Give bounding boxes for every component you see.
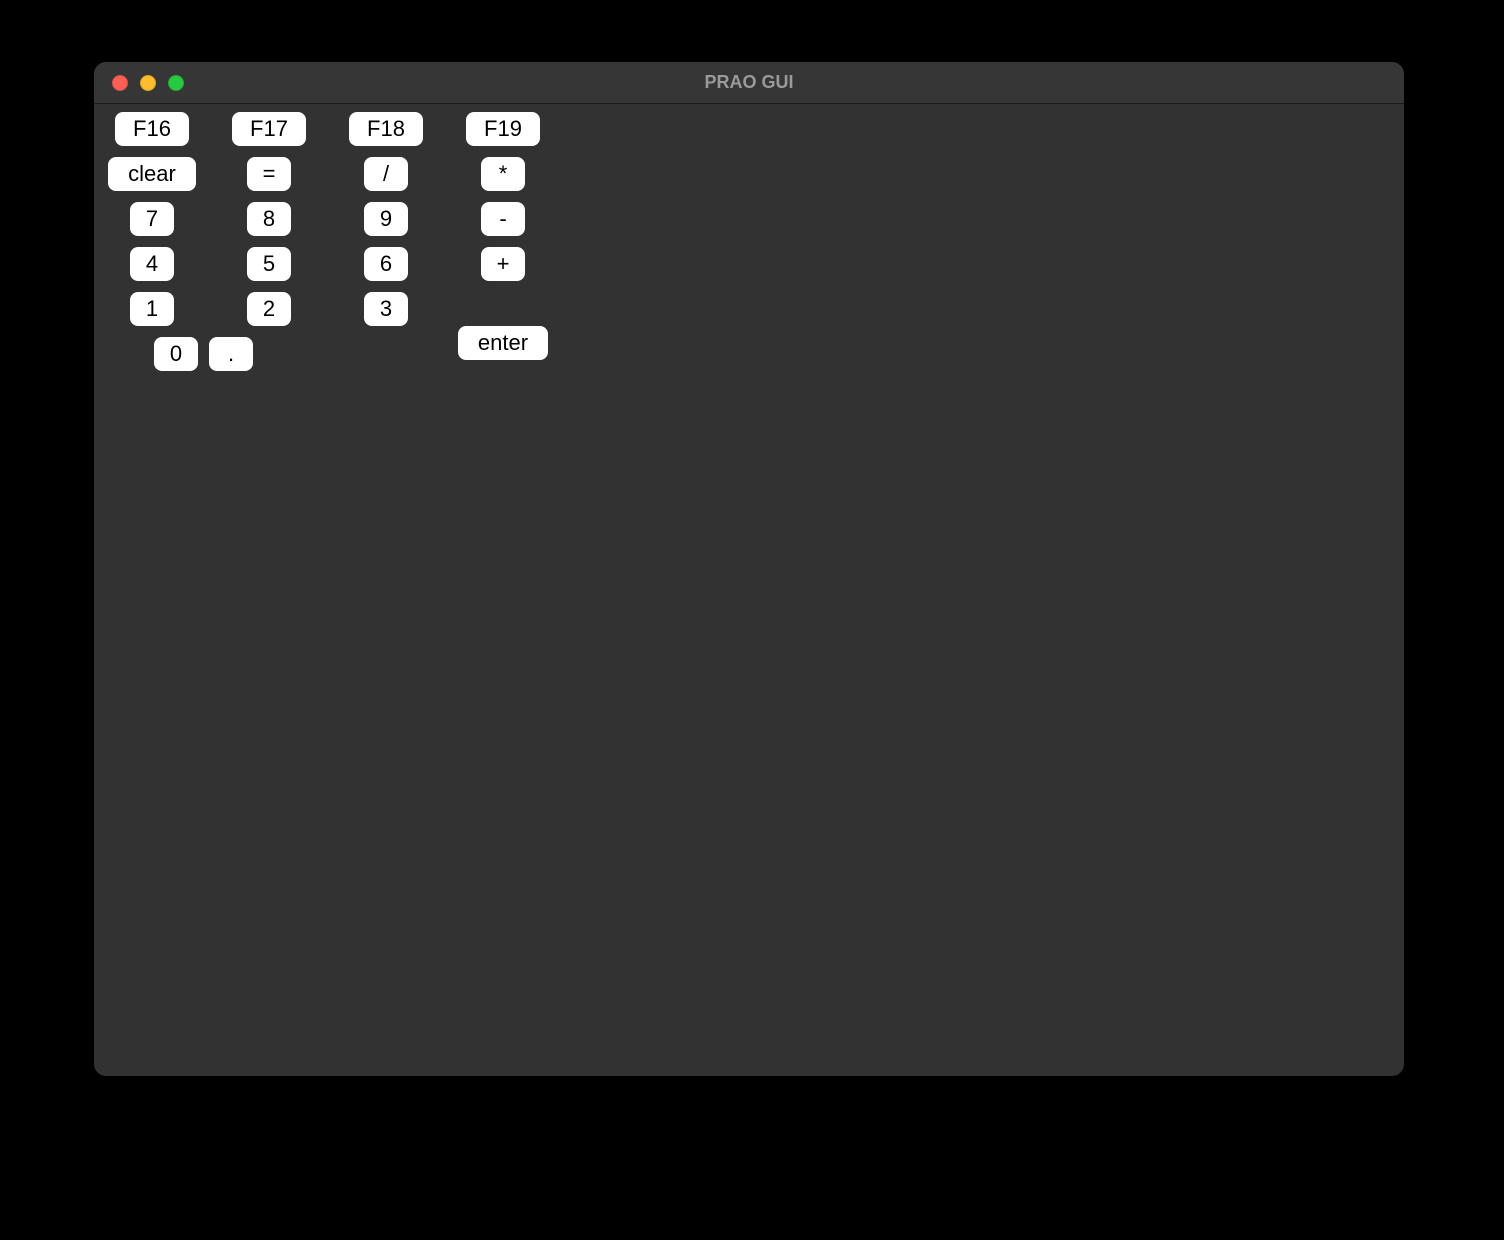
key-5[interactable]: 5 (247, 247, 291, 281)
maximize-button[interactable] (168, 75, 184, 91)
key-6[interactable]: 6 (364, 247, 408, 281)
key-f18[interactable]: F18 (349, 112, 423, 146)
app-window: PRAO GUI F16 F17 F18 F19 clear = / * 7 8… (94, 62, 1404, 1076)
key-4[interactable]: 4 (130, 247, 174, 281)
keypad: F16 F17 F18 F19 clear = / * 7 8 9 - 4 (104, 112, 1394, 371)
keypad-row-fkeys: F16 F17 F18 F19 (104, 112, 1394, 146)
title-bar: PRAO GUI (94, 62, 1404, 104)
minimize-button[interactable] (140, 75, 156, 91)
close-button[interactable] (112, 75, 128, 91)
keypad-row-456: 4 5 6 + (104, 247, 1394, 281)
key-9[interactable]: 9 (364, 202, 408, 236)
keypad-row-ops1: clear = / * (104, 157, 1394, 191)
window-content: F16 F17 F18 F19 clear = / * 7 8 9 - 4 (94, 104, 1404, 379)
key-0[interactable]: 0 (154, 337, 198, 371)
key-clear[interactable]: clear (108, 157, 196, 191)
key-8[interactable]: 8 (247, 202, 291, 236)
key-3[interactable]: 3 (364, 292, 408, 326)
key-f17[interactable]: F17 (232, 112, 306, 146)
key-multiply[interactable]: * (481, 157, 525, 191)
key-7[interactable]: 7 (130, 202, 174, 236)
key-minus[interactable]: - (481, 202, 525, 236)
key-plus[interactable]: + (481, 247, 525, 281)
keypad-row-789: 7 8 9 - (104, 202, 1394, 236)
keypad-row-bottom: 0 . (154, 337, 434, 371)
key-2[interactable]: 2 (247, 292, 291, 326)
key-equals[interactable]: = (247, 157, 291, 191)
key-f16[interactable]: F16 (115, 112, 189, 146)
key-dot[interactable]: . (209, 337, 253, 371)
key-enter[interactable]: enter (458, 326, 548, 360)
keypad-row-123: 1 2 3 (104, 292, 434, 326)
traffic-lights (94, 75, 184, 91)
key-divide[interactable]: / (364, 157, 408, 191)
window-title: PRAO GUI (704, 72, 793, 93)
key-f19[interactable]: F19 (466, 112, 540, 146)
key-1[interactable]: 1 (130, 292, 174, 326)
